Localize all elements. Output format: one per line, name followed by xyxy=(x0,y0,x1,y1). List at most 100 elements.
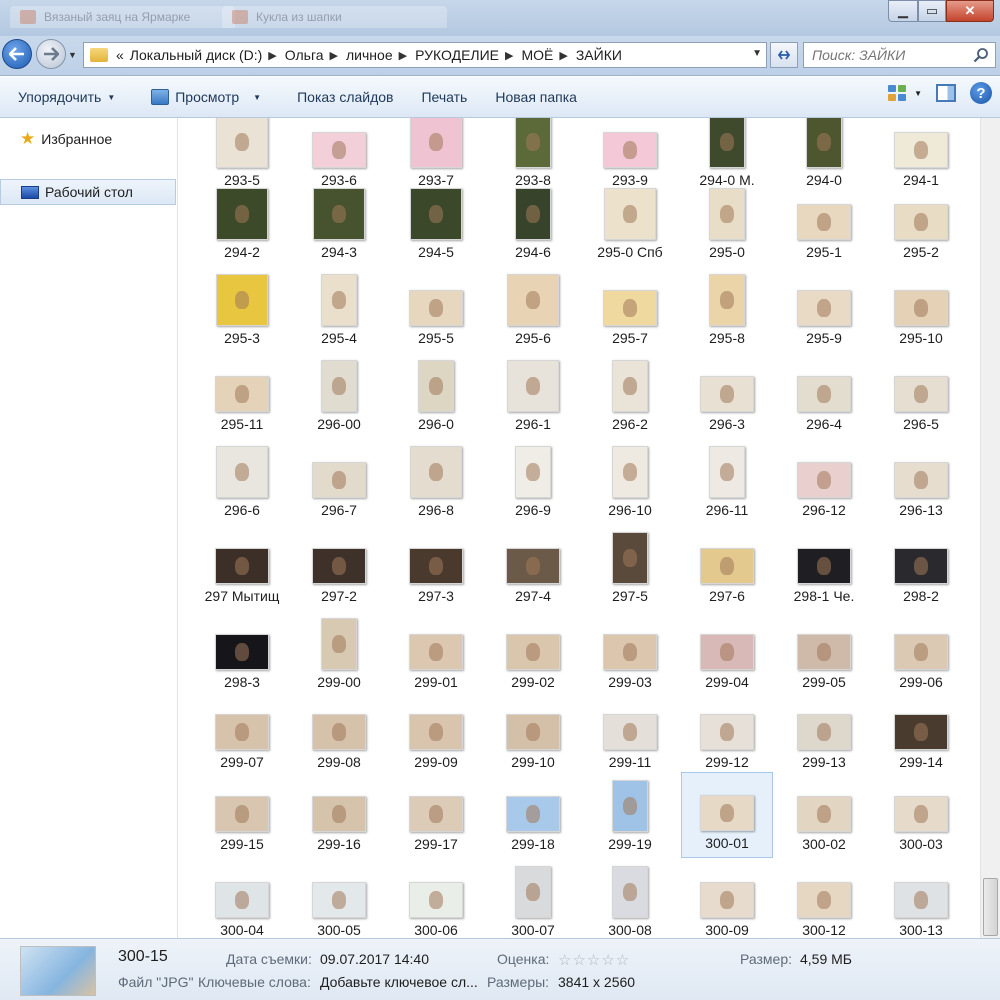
file-item[interactable]: 298-3 xyxy=(196,610,288,696)
file-item[interactable]: 300-08 xyxy=(584,858,676,938)
file-item[interactable]: 295-3 xyxy=(196,266,288,352)
search-box[interactable] xyxy=(803,42,996,68)
file-item[interactable]: 296-3 xyxy=(681,352,773,438)
organize-menu[interactable]: Упорядочить ▼ xyxy=(10,82,123,112)
change-view-button[interactable]: ▼ xyxy=(886,83,922,103)
preview-pane-button[interactable] xyxy=(936,84,956,102)
file-item[interactable]: 296-11 xyxy=(681,438,773,524)
breadcrumb-drive[interactable]: Локальный диск (D:) xyxy=(130,47,263,63)
file-item[interactable]: 300-07 xyxy=(487,858,579,938)
file-item[interactable]: 294-3 xyxy=(293,180,385,266)
file-list[interactable]: 293-5 293-6 293-7 293-8 293-9 294-0 М. 294-0 29… xyxy=(179,118,979,938)
file-item[interactable]: 297-4 xyxy=(487,524,579,610)
forward-button[interactable] xyxy=(36,39,66,69)
file-item[interactable]: 296-00 xyxy=(293,352,385,438)
file-item[interactable]: 296-7 xyxy=(293,438,385,524)
file-item[interactable]: 299-07 xyxy=(196,690,288,776)
file-item[interactable]: 299-02 xyxy=(487,610,579,696)
file-item[interactable]: 300-09 xyxy=(681,858,773,938)
file-item[interactable]: 295-1 xyxy=(778,180,870,266)
breadcrumb-separator-icon[interactable]: ▶ xyxy=(559,49,567,62)
sidebar-item-desktop[interactable]: Рабочий стол xyxy=(0,179,176,205)
file-item[interactable]: 300-13 xyxy=(875,858,967,938)
print-button[interactable]: Печать xyxy=(413,82,475,112)
file-item[interactable]: 295-11 xyxy=(196,352,288,438)
file-item[interactable]: 300-04 xyxy=(196,858,288,938)
breadcrumb-separator-icon[interactable]: ▶ xyxy=(505,49,513,62)
file-item[interactable]: 297 Мытищ xyxy=(196,524,288,610)
file-item[interactable]: 299-18 xyxy=(487,772,579,858)
file-item[interactable]: 299-16 xyxy=(293,772,385,858)
background-tab[interactable]: Кукла из шапки xyxy=(222,6,447,28)
breadcrumb-mine[interactable]: МОЁ xyxy=(521,47,553,63)
background-tab[interactable]: Вязаный заяц на Ярмарке xyxy=(10,6,235,28)
keywords-field[interactable]: Добавьте ключевое сл... xyxy=(320,974,478,990)
file-item[interactable]: 295-7 xyxy=(584,266,676,352)
file-item[interactable]: 295-2 xyxy=(875,180,967,266)
file-item[interactable]: 300-06 xyxy=(390,858,482,938)
rating-stars[interactable]: ☆☆☆☆☆ xyxy=(558,951,630,969)
file-item[interactable]: 295-4 xyxy=(293,266,385,352)
file-item[interactable]: 299-09 xyxy=(390,690,482,776)
file-item[interactable]: 295-8 xyxy=(681,266,773,352)
file-item[interactable]: 297-6 xyxy=(681,524,773,610)
file-item[interactable]: 300-02 xyxy=(778,772,870,858)
breadcrumb-overflow[interactable]: « xyxy=(116,47,124,63)
vertical-scrollbar[interactable] xyxy=(980,118,1000,938)
file-item[interactable]: 299-14 xyxy=(875,690,967,776)
file-item[interactable]: 299-06 xyxy=(875,610,967,696)
file-item[interactable]: 299-10 xyxy=(487,690,579,776)
file-item[interactable]: 300-12 xyxy=(778,858,870,938)
file-item[interactable]: 299-01 xyxy=(390,610,482,696)
file-item[interactable]: 299-12 xyxy=(681,690,773,776)
address-history-dropdown[interactable]: ▼ xyxy=(752,48,762,59)
file-item[interactable]: 295-0 Спб xyxy=(584,180,676,266)
file-item[interactable]: 296-6 xyxy=(196,438,288,524)
breadcrumb-separator-icon[interactable]: ▶ xyxy=(399,49,407,62)
file-item[interactable]: 299-19 xyxy=(584,772,676,858)
file-item[interactable]: 294-5 xyxy=(390,180,482,266)
file-item[interactable]: 299-15 xyxy=(196,772,288,858)
breadcrumb-bunnies[interactable]: ЗАЙКИ xyxy=(576,47,622,63)
file-item[interactable]: 294-2 xyxy=(196,180,288,266)
file-item[interactable]: 299-03 xyxy=(584,610,676,696)
sidebar-item-favorites[interactable]: ★ Избранное xyxy=(0,126,176,152)
scrollbar-thumb[interactable] xyxy=(983,878,998,936)
new-folder-button[interactable]: Новая папка xyxy=(487,82,585,112)
file-item[interactable]: 296-1 xyxy=(487,352,579,438)
file-item[interactable]: 298-2 xyxy=(875,524,967,610)
file-item[interactable]: 300-03 xyxy=(875,772,967,858)
file-item[interactable]: 296-12 xyxy=(778,438,870,524)
file-item[interactable]: 296-9 xyxy=(487,438,579,524)
breadcrumb-needlework[interactable]: РУКОДЕЛИЕ xyxy=(415,47,499,63)
file-item[interactable]: 296-0 xyxy=(390,352,482,438)
file-item[interactable]: 295-6 xyxy=(487,266,579,352)
file-item[interactable]: 299-13 xyxy=(778,690,870,776)
file-item[interactable]: 297-5 xyxy=(584,524,676,610)
file-item[interactable]: 296-13 xyxy=(875,438,967,524)
file-item[interactable]: 299-08 xyxy=(293,690,385,776)
breadcrumb-olga[interactable]: Ольга xyxy=(285,47,324,63)
file-item[interactable]: 296-5 xyxy=(875,352,967,438)
close-button[interactable]: ✕ xyxy=(946,0,994,22)
file-item[interactable]: 295-9 xyxy=(778,266,870,352)
file-item[interactable]: 298-1 Че. xyxy=(778,524,870,610)
file-item[interactable]: 295-10 xyxy=(875,266,967,352)
file-item[interactable]: 297-3 xyxy=(390,524,482,610)
maximize-button[interactable]: ▭ xyxy=(918,0,946,22)
breadcrumb-personal[interactable]: личное xyxy=(346,47,393,63)
breadcrumb-separator-icon[interactable]: ▶ xyxy=(330,49,338,62)
file-item[interactable]: 295-0 xyxy=(681,180,773,266)
file-item[interactable]: 300-05 xyxy=(293,858,385,938)
search-icon[interactable] xyxy=(973,47,989,63)
back-button[interactable] xyxy=(2,39,32,69)
view-menu[interactable]: Просмотр ▼ xyxy=(143,82,269,112)
refresh-button[interactable] xyxy=(770,42,798,68)
file-item[interactable]: 296-8 xyxy=(390,438,482,524)
minimize-button[interactable]: ▁ xyxy=(888,0,918,22)
search-input[interactable] xyxy=(812,47,972,63)
file-item[interactable]: 295-5 xyxy=(390,266,482,352)
file-item[interactable]: 299-04 xyxy=(681,610,773,696)
file-item[interactable]: 299-00 xyxy=(293,610,385,696)
file-item[interactable]: 294-6 xyxy=(487,180,579,266)
